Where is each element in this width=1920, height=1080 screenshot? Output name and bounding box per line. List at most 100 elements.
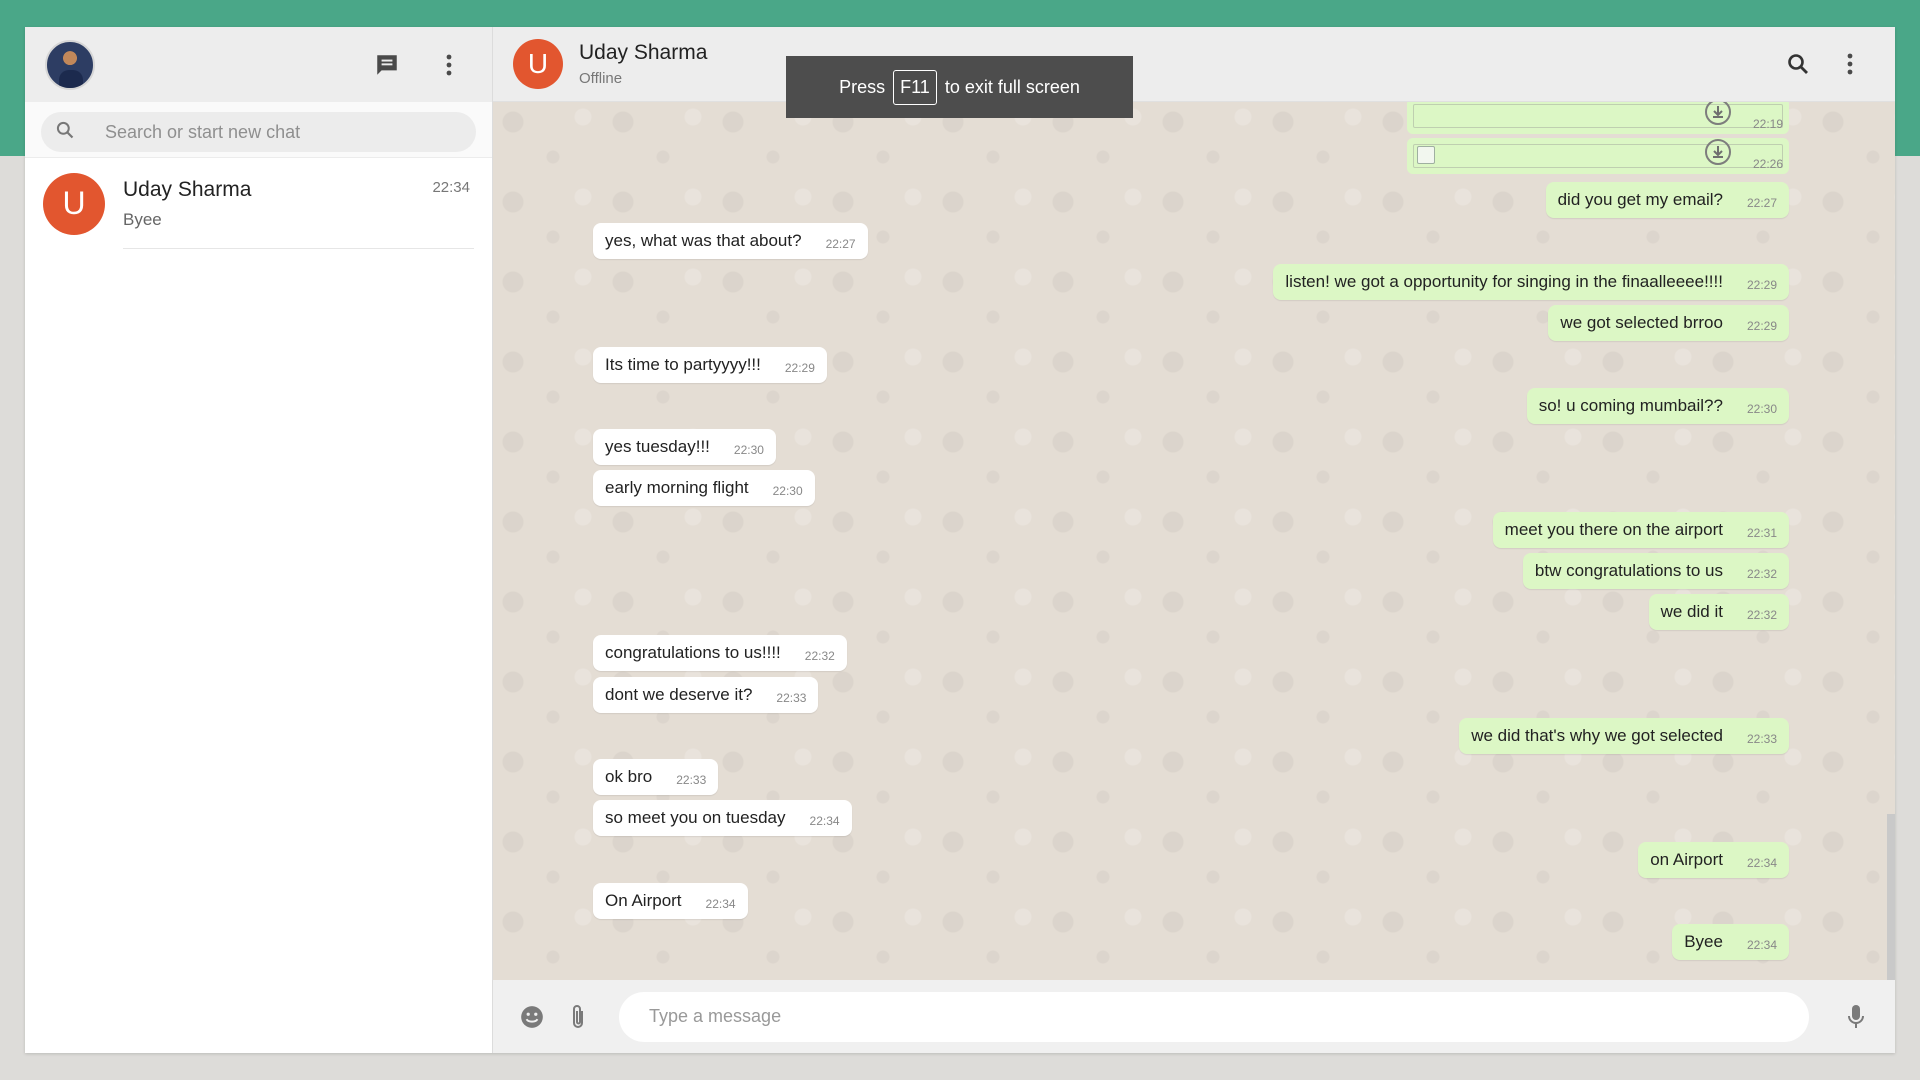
incoming-message[interactable]: ok bro 22:33 — [593, 759, 719, 795]
profile-avatar[interactable] — [45, 39, 95, 90]
message-time: 22:29 — [1746, 278, 1777, 292]
broken-image-icon — [1417, 146, 1435, 164]
message-time: 22:34 — [1746, 938, 1777, 952]
incoming-message[interactable]: congratulations to us!!!! 22:32 — [593, 635, 847, 671]
toast-message-text: to exit full screen — [944, 76, 1080, 97]
message-text: so! u coming mumbail?? — [1538, 396, 1723, 415]
message-time: 22:33 — [1746, 732, 1777, 746]
incoming-message[interactable]: yes, what was that about? 22:27 — [593, 223, 868, 259]
message-time: 22:34 — [705, 897, 736, 911]
fullscreen-toast: Press F11 to exit full screen — [786, 56, 1133, 118]
message-time: 22:30 — [1746, 402, 1777, 416]
file-message[interactable]: 22:26 — [1407, 138, 1789, 174]
message-text: yes tuesday!!! — [605, 437, 710, 456]
incoming-message[interactable]: Its time to partyyyy!!! 22:29 — [593, 347, 827, 383]
conversation-status: Offline — [579, 70, 623, 87]
emoji-icon[interactable] — [519, 1004, 545, 1030]
message-time: 22:19 — [1752, 117, 1783, 131]
conversation-pane: U Uday Sharma Offline 22:19 22:26 did yo… — [493, 27, 1895, 1053]
message-text: congratulations to us!!!! — [605, 643, 781, 662]
incoming-message[interactable]: so meet you on tuesday 22:34 — [593, 800, 852, 836]
message-time: 22:32 — [804, 649, 835, 663]
message-text: dont we deserve it? — [605, 685, 753, 704]
message-composer — [493, 980, 1895, 1053]
outgoing-message[interactable]: listen! we got a opportunity for singing… — [1273, 264, 1789, 300]
incoming-message[interactable]: early morning flight 22:30 — [593, 470, 815, 506]
conversation-header: U Uday Sharma Offline — [493, 27, 1895, 102]
outgoing-message[interactable]: btw congratulations to us 22:32 — [1522, 553, 1789, 589]
chat-list-item[interactable]: U Uday Sharma Byee 22:34 — [25, 158, 492, 249]
message-time: 22:33 — [676, 773, 707, 787]
message-time: 22:27 — [1746, 196, 1777, 210]
message-text: ok bro — [605, 767, 653, 786]
contact-avatar: U — [43, 172, 105, 235]
outgoing-message[interactable]: did you get my email? 22:27 — [1545, 182, 1789, 218]
outgoing-message[interactable]: on Airport 22:34 — [1638, 842, 1789, 878]
outgoing-message[interactable]: Byee 22:34 — [1672, 924, 1789, 960]
message-text: we did it — [1660, 602, 1723, 621]
message-time: 22:33 — [776, 691, 807, 705]
mic-icon[interactable] — [1843, 1004, 1869, 1030]
message-text: did you get my email? — [1557, 190, 1723, 209]
message-time: 22:27 — [825, 237, 856, 251]
menu-icon[interactable] — [1837, 51, 1863, 77]
search-wrapper — [25, 102, 492, 158]
message-text: Byee — [1684, 932, 1723, 951]
sidebar: U Uday Sharma Byee 22:34 — [25, 27, 493, 1053]
whatsapp-app-window: U Uday Sharma Byee 22:34 U Uday Sharma O… — [25, 27, 1895, 1053]
message-text: we did that's why we got selected — [1471, 726, 1723, 745]
outgoing-message[interactable]: we did that's why we got selected 22:33 — [1459, 718, 1789, 754]
message-time: 22:30 — [733, 443, 764, 457]
outgoing-message[interactable]: we did it 22:32 — [1648, 594, 1789, 630]
file-message[interactable]: 22:19 — [1407, 102, 1789, 134]
message-text: so meet you on tuesday — [605, 808, 786, 827]
message-text: on Airport — [1650, 850, 1723, 869]
download-icon[interactable] — [1705, 139, 1731, 165]
message-time: 22:34 — [1746, 856, 1777, 870]
attach-icon[interactable] — [565, 1004, 591, 1030]
sidebar-header — [25, 27, 492, 102]
outgoing-message[interactable]: we got selected brroo 22:29 — [1548, 305, 1789, 341]
conversation-info[interactable]: Uday Sharma Offline — [579, 41, 707, 87]
message-time: 22:32 — [1746, 567, 1777, 581]
search-box — [41, 112, 476, 152]
message-text: On Airport — [605, 891, 682, 910]
chat-meta: Uday Sharma Byee 22:34 — [123, 158, 474, 249]
message-time: 22:29 — [784, 361, 815, 375]
message-list[interactable]: 22:19 22:26 did you get my email? 22:27 y… — [493, 102, 1895, 980]
scrollbar-thumb[interactable] — [1887, 814, 1895, 980]
chat-last-message: Byee — [123, 210, 162, 229]
chat-contact-name: Uday Sharma — [123, 178, 252, 201]
incoming-message[interactable]: yes tuesday!!! 22:30 — [593, 429, 776, 465]
message-text: Its time to partyyyy!!! — [605, 355, 761, 374]
message-time: 22:32 — [1746, 608, 1777, 622]
conversation-header-icons — [1785, 51, 1863, 77]
new-chat-icon[interactable] — [374, 52, 400, 78]
message-time: 22:29 — [1746, 319, 1777, 333]
message-time: 22:31 — [1746, 526, 1777, 540]
message-time: 22:34 — [809, 814, 840, 828]
incoming-message[interactable]: On Airport 22:34 — [593, 883, 748, 919]
conversation-contact-name: Uday Sharma — [579, 41, 708, 64]
chat-time: 22:34 — [432, 179, 470, 196]
search-input[interactable] — [105, 121, 425, 143]
search-icon — [55, 120, 75, 145]
toast-key: F11 — [893, 69, 937, 105]
toast-press-text: Press — [839, 76, 886, 97]
message-time: 22:30 — [772, 484, 803, 498]
message-text: meet you there on the airport — [1504, 520, 1723, 539]
message-text: yes, what was that about? — [605, 231, 802, 250]
message-text: listen! we got a opportunity for singing… — [1285, 272, 1723, 291]
message-text: early morning flight — [605, 478, 749, 497]
conversation-avatar[interactable]: U — [513, 39, 563, 89]
message-time: 22:26 — [1752, 157, 1783, 171]
search-icon[interactable] — [1785, 51, 1811, 77]
outgoing-message[interactable]: meet you there on the airport 22:31 — [1492, 512, 1789, 548]
message-text: btw congratulations to us — [1534, 561, 1723, 580]
sidebar-header-icons — [374, 52, 462, 78]
outgoing-message[interactable]: so! u coming mumbail?? 22:30 — [1526, 388, 1789, 424]
message-input[interactable] — [619, 991, 1809, 1042]
incoming-message[interactable]: dont we deserve it? 22:33 — [593, 677, 819, 713]
message-text: we got selected brroo — [1560, 313, 1723, 332]
menu-icon[interactable] — [436, 52, 462, 78]
